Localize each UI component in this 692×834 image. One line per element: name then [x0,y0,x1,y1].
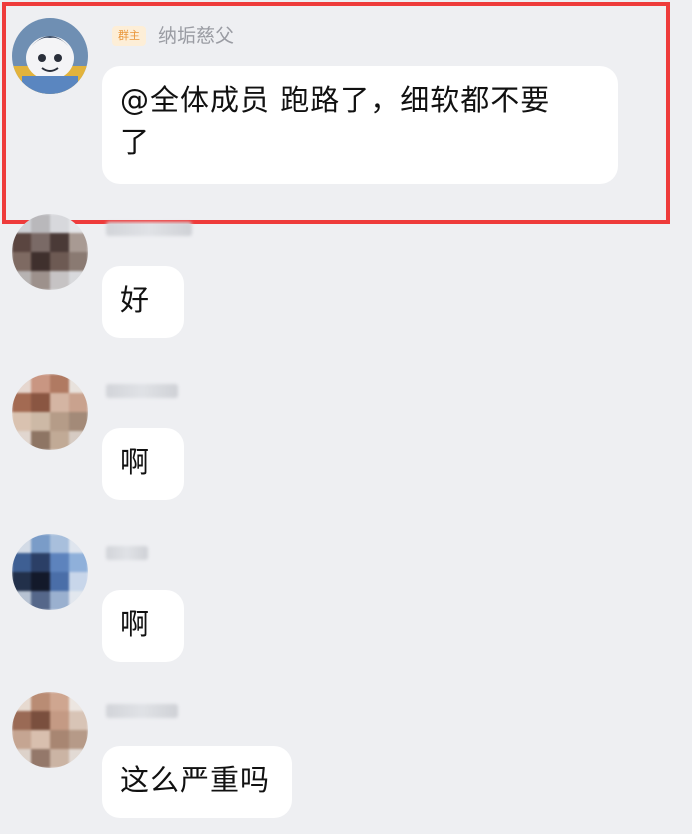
message-bubble[interactable]: 啊 [102,590,184,662]
chat-screen: 群主 纳垢慈父 @全体成员 跑路了，细软都不要 了 好 啊 啊 这么严重吗 [0,0,692,834]
pixelated-avatar [12,214,88,290]
message-text-line-1: @全体成员 跑路了，细软都不要 [120,83,551,117]
sender-avatar[interactable] [12,692,88,768]
sender-name-blurred [106,384,178,398]
cartoon-avatar-icon [12,18,88,94]
pixelated-avatar [12,692,88,768]
message-text-line-2: 了 [120,125,151,159]
sender-avatar[interactable] [12,214,88,290]
message-bubble[interactable]: 这么严重吗 [102,746,292,818]
message-bubble[interactable]: 啊 [102,428,184,500]
sender-name-blurred [106,704,178,718]
pixelated-avatar [12,534,88,610]
pixelated-avatar [12,374,88,450]
sender-name-blurred [106,546,148,560]
message-bubble[interactable]: @全体成员 跑路了，细软都不要 了 [102,66,618,184]
sender-avatar[interactable] [12,534,88,610]
sender-name[interactable]: 纳垢慈父 [158,22,234,50]
sender-avatar[interactable] [12,18,88,94]
message-bubble[interactable]: 好 [102,266,184,338]
owner-badge: 群主 [112,26,146,46]
sender-name-blurred [106,222,192,236]
sender-avatar[interactable] [12,374,88,450]
